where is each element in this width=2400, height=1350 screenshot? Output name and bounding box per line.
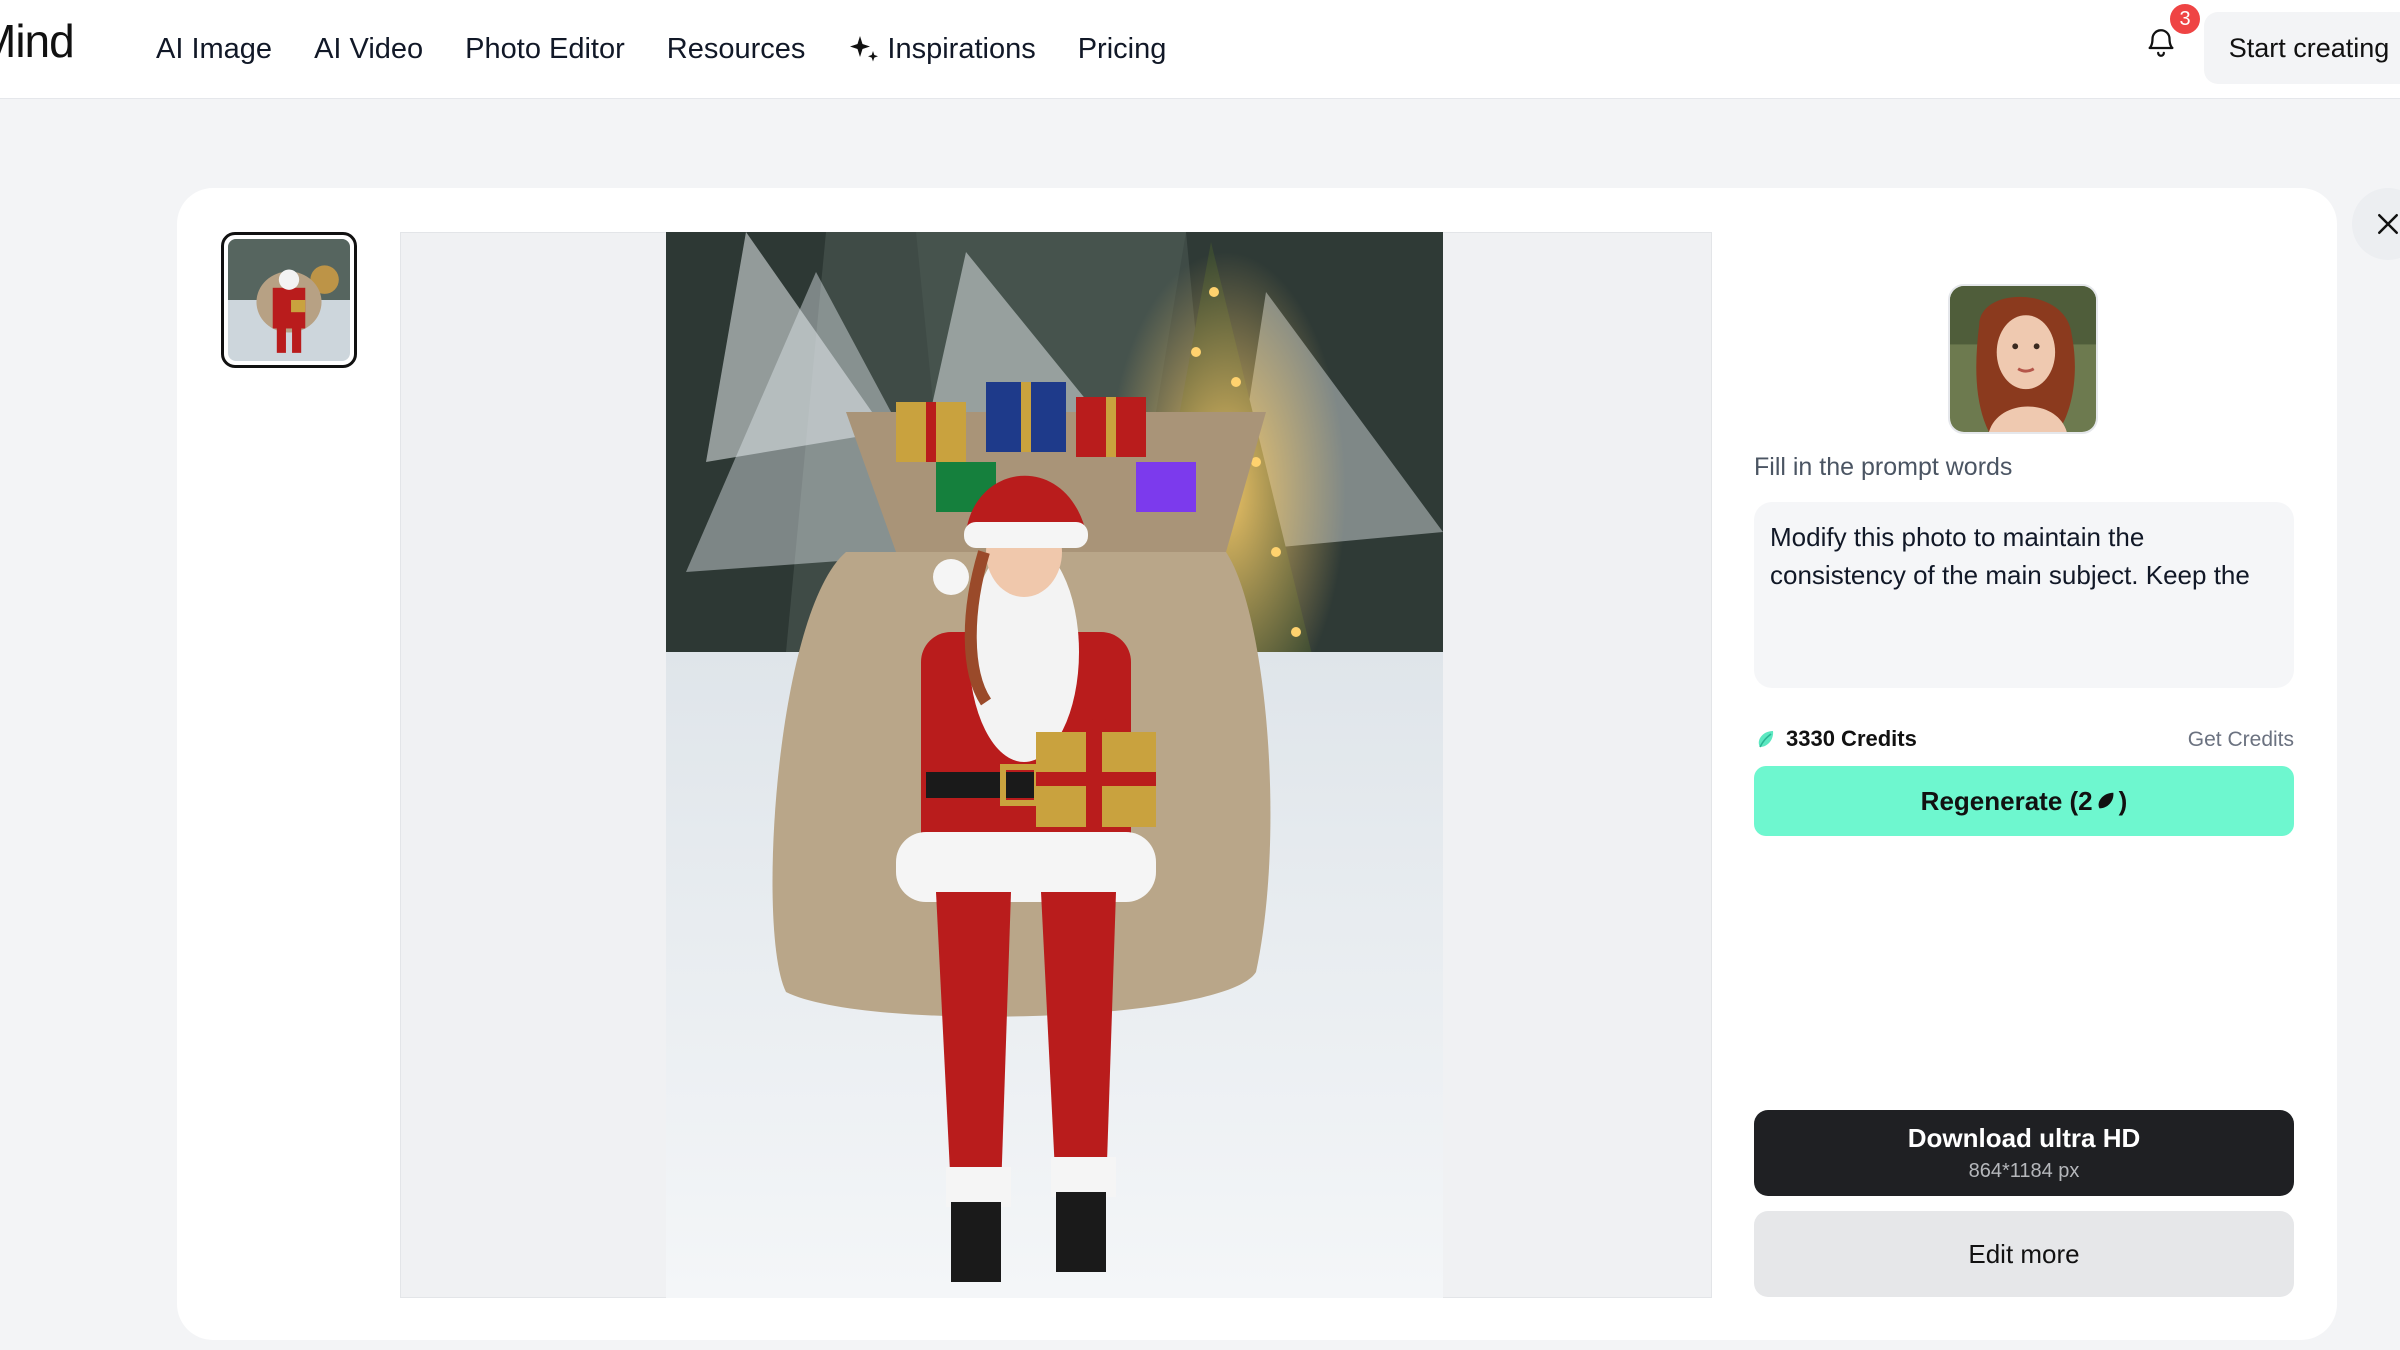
nav-label: Resources [666, 33, 806, 65]
santa-thumbnail-image [228, 239, 350, 361]
prompt-text: Modify this photo to maintain the consis… [1770, 522, 2250, 590]
get-credits-link[interactable]: Get Credits [2188, 728, 2294, 752]
edit-more-button[interactable]: Edit more [1754, 1211, 2294, 1297]
nav-label: AI Image [156, 33, 273, 65]
nav-item-inspirations[interactable]: Inspirations [847, 33, 1036, 67]
reference-portrait-image [1950, 286, 2096, 432]
credits-balance: 3330 Credits [1754, 726, 1917, 752]
download-ultra-hd-button[interactable]: Download ultra HD 864*1184 px [1754, 1110, 2294, 1196]
prompt-textarea[interactable]: Modify this photo to maintain the consis… [1754, 502, 2294, 688]
reference-photo[interactable] [1948, 284, 2098, 434]
credits-row: 3330 Credits Get Credits [1754, 726, 2294, 756]
regenerate-label: Regenerate (2 [1920, 785, 2093, 816]
regenerate-button[interactable]: Regenerate (2 ) [1754, 766, 2294, 836]
nav-item-pricing[interactable]: Pricing [1078, 33, 1167, 66]
credit-gem-icon [1758, 731, 1774, 748]
result-thumbnail[interactable] [221, 232, 357, 368]
nav-label: Pricing [1077, 33, 1167, 65]
nav-item-photo-editor[interactable]: Photo Editor [465, 33, 625, 66]
close-icon [2378, 214, 2398, 234]
nav-label: Photo Editor [465, 33, 625, 65]
download-resolution: 864*1184 px [1968, 1160, 2080, 1182]
generated-image[interactable] [666, 232, 1443, 1298]
credit-gem-icon [2098, 792, 2114, 809]
prompt-label: Fill in the prompt words [1754, 453, 2013, 481]
download-label: Download ultra HD [1907, 1123, 2141, 1153]
start-creating-button[interactable]: Start creating [2204, 12, 2400, 84]
nav-item-ai-video[interactable]: AI Video [314, 33, 423, 66]
nav-item-ai-image[interactable]: AI Image [156, 33, 272, 66]
sparkle-icon [850, 35, 879, 61]
close-button[interactable] [2352, 188, 2400, 260]
notification-badge: 3 [2168, 2, 2202, 36]
main-nav: AI Image AI Video Photo Editor Resources… [156, 0, 1208, 99]
credits-label: 3330 Credits [1786, 726, 1917, 751]
santa-illustration [666, 232, 1443, 1298]
top-navigation-bar: Mind AI Image AI Video Photo Editor Reso… [0, 0, 2400, 99]
nav-label: AI Video [314, 33, 424, 65]
nav-label: Inspirations [887, 33, 1036, 65]
notifications-button[interactable]: 3 [2138, 2, 2202, 68]
regenerate-label-suffix: ) [2118, 785, 2128, 816]
brand-logo[interactable]: Mind [0, 14, 75, 68]
nav-item-resources[interactable]: Resources [667, 33, 806, 66]
